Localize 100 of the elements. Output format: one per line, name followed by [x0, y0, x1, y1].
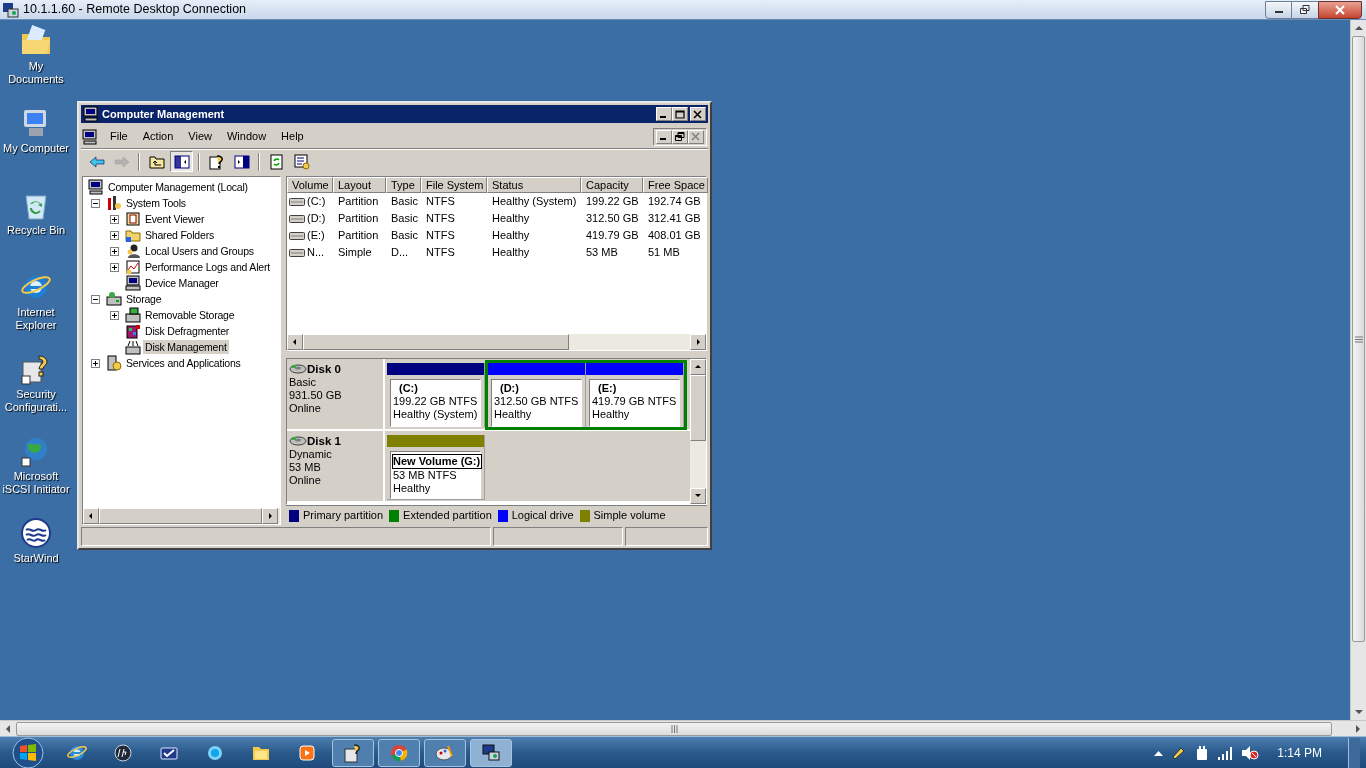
- scroll-right-icon[interactable]: [1355, 724, 1361, 733]
- desktop-icon-label[interactable]: Security Configurati...: [0, 388, 72, 414]
- expand-icon[interactable]: [110, 230, 119, 240]
- column-header[interactable]: Type: [386, 177, 421, 193]
- folder-up-icon: [148, 153, 165, 170]
- partition[interactable]: (C:) 199.22 GB NTFS Healthy (System): [387, 362, 485, 427]
- table-cell-text: 53 MB: [586, 245, 618, 261]
- partition[interactable]: (D:) 312.50 GB NTFS Healthy: [488, 362, 586, 427]
- desktop-icon-label[interactable]: My Documents: [0, 60, 72, 86]
- tree-item[interactable]: Shared Folders: [143, 228, 216, 242]
- toolbar-button[interactable]: [170, 151, 193, 172]
- menu-item[interactable]: View: [182, 128, 218, 145]
- tree-item[interactable]: Event Viewer: [143, 212, 207, 226]
- tree-item[interactable]: Removable Storage: [143, 308, 237, 322]
- desktop-icon-label[interactable]: StarWind: [13, 552, 59, 565]
- legend-label: Extended partition: [403, 508, 492, 524]
- disk-type: Dynamic: [289, 447, 333, 461]
- table-cell-text: Simple: [338, 245, 372, 261]
- scroll-right-icon[interactable]: [262, 508, 278, 524]
- scrollbar[interactable]: [1350, 20, 1366, 720]
- minimize-button[interactable]: [1265, 0, 1292, 19]
- tree-item[interactable]: Performance Logs and Alert: [143, 260, 272, 274]
- menu-item[interactable]: Help: [275, 128, 310, 145]
- menu-item[interactable]: Window: [220, 128, 273, 145]
- menu-item[interactable]: Action: [136, 128, 180, 145]
- power-plug-icon[interactable]: [1195, 744, 1210, 761]
- table-cell-text: (E:): [307, 228, 325, 244]
- grip-icon: [1354, 335, 1363, 343]
- expand-icon[interactable]: [110, 262, 119, 272]
- desktop-icon-label[interactable]: Recycle Bin: [6, 224, 66, 237]
- taskbar-button[interactable]: [470, 738, 512, 767]
- scroll-down-icon[interactable]: [690, 488, 706, 505]
- minimize-icon: [660, 115, 666, 118]
- drive-icon: [289, 230, 305, 241]
- column-header[interactable]: File System: [421, 177, 487, 193]
- expand-icon[interactable]: [110, 214, 119, 224]
- tree-item[interactable]: Local Users and Groups: [143, 244, 256, 258]
- column-header[interactable]: Capacity: [581, 177, 643, 193]
- table-cell-text: Basic: [391, 194, 418, 210]
- tape-drive-icon: [125, 307, 141, 323]
- partition-status: Healthy: [494, 407, 533, 421]
- desktop-icon-label[interactable]: Microsoft iSCSI Initiator: [0, 470, 72, 496]
- expand-icon[interactable]: [110, 310, 119, 320]
- folder-icon: [125, 227, 141, 243]
- collapse-icon[interactable]: [91, 294, 100, 304]
- partition[interactable]: New Volume (G:) 53 MB NTFS Healthy: [387, 434, 485, 500]
- legend-label: Primary partition: [303, 508, 384, 524]
- expand-icon[interactable]: [91, 358, 100, 368]
- desktop-icon-label[interactable]: Internet Explorer: [0, 306, 72, 332]
- scrollbar-thumb[interactable]: [1352, 36, 1365, 642]
- extended-partition[interactable]: (D:) 312.50 GB NTFS Healthy (E:) 419.79 GB NTFS Healthy: [485, 359, 687, 430]
- restore-button[interactable]: [1292, 0, 1318, 19]
- table-cell-text: 199.22 GB: [586, 194, 639, 210]
- computer-icon: [88, 179, 104, 195]
- show-hidden-icons-icon[interactable]: [1154, 749, 1164, 756]
- tree-item[interactable]: System Tools: [124, 196, 188, 210]
- partition-size: 199.22 GB NTFS: [393, 394, 478, 408]
- column-header[interactable]: Volume: [287, 177, 333, 193]
- clock[interactable]: 1:14 PM: [1277, 743, 1322, 762]
- tree-item[interactable]: Disk Defragmenter: [143, 324, 232, 338]
- taskbar-button[interactable]: [424, 738, 466, 767]
- tree-item[interactable]: Services and Applications: [124, 356, 243, 370]
- partition-status: Healthy: [393, 481, 432, 495]
- tree-item[interactable]: Disk Management: [143, 340, 229, 354]
- tree-item[interactable]: Device Manager: [143, 276, 221, 290]
- partition[interactable]: (E:) 419.79 GB NTFS Healthy: [586, 362, 684, 427]
- close-icon: [693, 109, 703, 119]
- scrollbar[interactable]: [287, 334, 706, 350]
- scroll-down-icon[interactable]: [1354, 709, 1363, 715]
- column-header[interactable]: Free Space: [643, 177, 708, 193]
- tree-item[interactable]: Computer Management (Local): [106, 180, 250, 194]
- taskbar-button[interactable]: [332, 738, 374, 767]
- close-button[interactable]: [1318, 0, 1362, 19]
- maximize-button[interactable]: [672, 107, 688, 121]
- tools-icon: [106, 195, 122, 211]
- scrollbar[interactable]: [690, 358, 706, 505]
- table-cell-text: 408.01 GB: [648, 228, 701, 244]
- scroll-up-icon[interactable]: [690, 358, 706, 375]
- table-cell-text: D...: [391, 245, 409, 261]
- column-header[interactable]: Status: [487, 177, 581, 193]
- scroll-right-icon[interactable]: [690, 334, 706, 350]
- volume-muted-icon[interactable]: [1241, 744, 1260, 761]
- table-cell-text: 192.74 GB: [648, 194, 701, 210]
- menu-item[interactable]: File: [104, 128, 134, 145]
- scrollbar[interactable]: [83, 508, 280, 524]
- desktop-icon-label[interactable]: My Computer: [3, 142, 69, 155]
- start-button[interactable]: [10, 736, 46, 768]
- collapse-icon[interactable]: [91, 198, 100, 208]
- disk-name: Disk 0: [307, 362, 341, 376]
- scroll-left-icon[interactable]: [83, 508, 99, 524]
- partition-status: Healthy (System): [393, 407, 478, 421]
- grip-icon: [670, 724, 678, 733]
- scroll-left-icon[interactable]: [5, 724, 11, 733]
- signal-icon[interactable]: [1217, 745, 1234, 760]
- show-desktop-button[interactable]: [1348, 737, 1360, 768]
- tree-item[interactable]: Storage: [124, 292, 164, 306]
- expand-icon[interactable]: [110, 246, 119, 256]
- scroll-up-icon[interactable]: [1354, 25, 1363, 31]
- column-header[interactable]: Layout: [333, 177, 386, 193]
- scroll-left-icon[interactable]: [287, 334, 303, 350]
